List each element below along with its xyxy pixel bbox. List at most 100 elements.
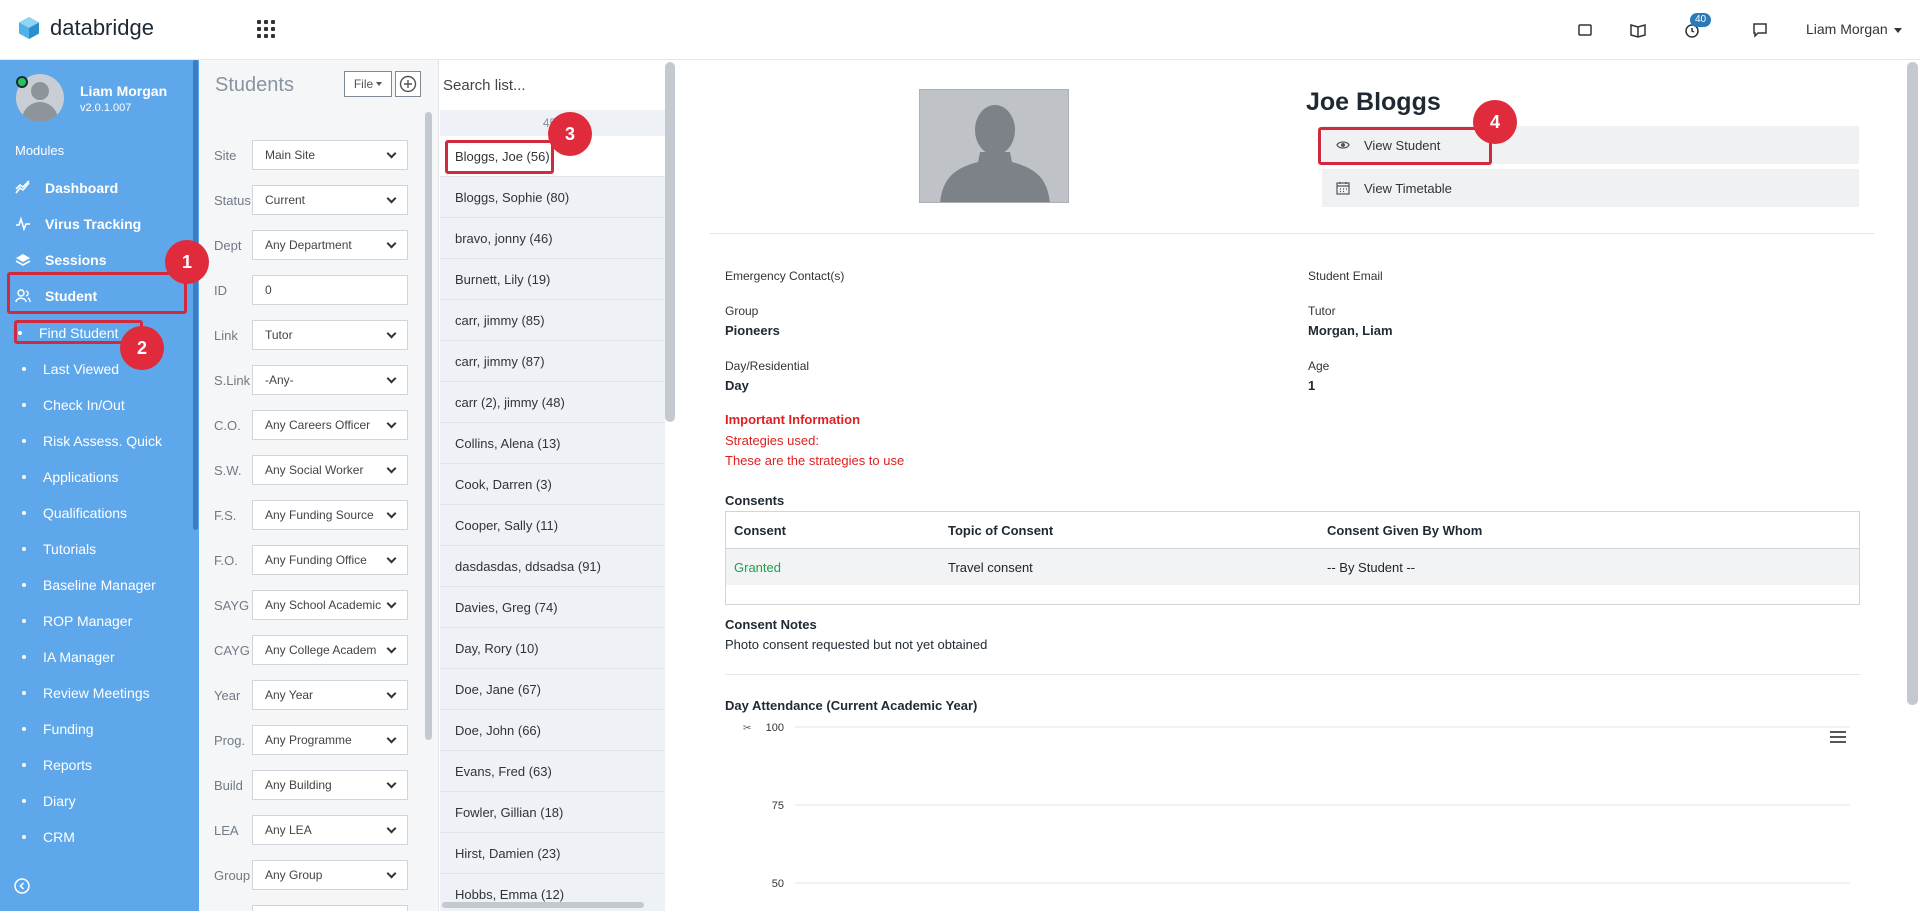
sidebar-item-virus-tracking[interactable]: Virus Tracking — [15, 216, 141, 232]
add-student-button[interactable] — [395, 71, 421, 97]
filter-label: F.S. — [214, 507, 237, 523]
search-list-input[interactable]: Search list... — [440, 60, 665, 110]
list-item[interactable]: bravo, jonny (46) — [440, 218, 665, 259]
sidebar-subitem-crm[interactable]: CRM — [22, 829, 75, 845]
sidebar-subitem-tutorials[interactable]: Tutorials — [22, 541, 96, 557]
sidebar-subitem-label: Qualifications — [43, 505, 128, 521]
filter-select[interactable]: Any Programme — [252, 725, 408, 755]
list-item[interactable]: carr, jimmy (87) — [440, 341, 665, 382]
filter-value: Any Building — [265, 778, 332, 792]
list-item[interactable]: carr, jimmy (85) — [440, 300, 665, 341]
list-vertical-scrollbar[interactable] — [665, 62, 675, 422]
chevron-down-icon — [386, 238, 397, 248]
list-item[interactable]: Cook, Darren (3) — [440, 464, 665, 505]
filter-value: Any Careers Officer — [265, 418, 371, 432]
filter-select[interactable]: Main Site — [252, 140, 408, 170]
collapse-sidebar-icon[interactable] — [14, 878, 30, 894]
list-item[interactable]: Bloggs, Sophie (80) — [440, 177, 665, 218]
sidebar-subitem-reports[interactable]: Reports — [22, 757, 92, 773]
filter-label: Site — [214, 147, 237, 163]
chevron-down-icon — [386, 328, 397, 338]
consent-topic: Travel consent — [948, 560, 1033, 575]
list-item[interactable]: Cooper, Sally (11) — [440, 505, 665, 546]
list-item[interactable]: Evans, Fred (63) — [440, 751, 665, 792]
filter-select[interactable]: Any Year — [252, 680, 408, 710]
y-tick-label: 50 — [772, 878, 784, 890]
filter-row: Prog. Any Programme — [214, 725, 409, 755]
list-item[interactable]: Burnett, Lily (19) — [440, 259, 665, 300]
filter-select[interactable]: Any Building — [252, 770, 408, 800]
user-menu[interactable]: Liam Morgan — [1806, 21, 1902, 37]
list-item[interactable]: Collins, Alena (13) — [440, 423, 665, 464]
list-item[interactable]: Hirst, Damien (23) — [440, 833, 665, 874]
filter-select[interactable]: Any College Academ — [252, 635, 408, 665]
sidebar-item-label: Dashboard — [45, 180, 119, 196]
sidebar-subitem-risk-assess-quick[interactable]: Risk Assess. Quick — [22, 433, 162, 449]
filter-select[interactable]: Current — [252, 185, 408, 215]
sidebar-subitem-applications[interactable]: Applications — [22, 469, 119, 485]
sidebar-subitem-label: ROP Manager — [43, 613, 133, 629]
annotation-badge: 3 — [548, 112, 592, 156]
sidebar-item-label: Sessions — [45, 252, 107, 268]
list-item[interactable]: dasdasdas, ddsadsa (91) — [440, 546, 665, 587]
list-item[interactable]: carr (2), jimmy (48) — [440, 382, 665, 423]
file-menu-button[interactable]: File — [344, 71, 392, 97]
sidebar-subitem-label: Applications — [43, 469, 119, 485]
y-tick-label: 100 — [766, 722, 784, 734]
view-timetable-button[interactable]: View Timetable — [1322, 169, 1859, 207]
sidebar-item-dashboard[interactable]: Dashboard — [15, 180, 118, 196]
pulse-icon — [16, 216, 30, 232]
list-item[interactable]: Doe, Jane (67) — [440, 669, 665, 710]
app-version: v2.0.1.007 — [80, 102, 132, 114]
sidebar-subitem-diary[interactable]: Diary — [22, 793, 76, 809]
sidebar-scrollbar[interactable] — [193, 60, 198, 530]
filter-value: Any Funding Source — [265, 508, 374, 522]
list-horizontal-scrollbar[interactable] — [442, 902, 644, 908]
tablet-icon[interactable] — [1575, 20, 1595, 40]
filter-select[interactable]: Any School Academic — [252, 590, 408, 620]
age-value: 1 — [1308, 378, 1316, 393]
filter-select[interactable]: Any Age — [252, 905, 408, 911]
sidebar-subitem-funding[interactable]: Funding — [22, 721, 94, 737]
list-item[interactable]: Day, Rory (10) — [440, 628, 665, 669]
filter-select[interactable]: Any Group — [252, 860, 408, 890]
filter-select[interactable]: -Any- — [252, 365, 408, 395]
sidebar-item-sessions[interactable]: Sessions — [15, 252, 106, 268]
chevron-down-icon — [386, 688, 397, 698]
file-button-label: File — [353, 77, 374, 91]
filter-select[interactable]: Any Careers Officer — [252, 410, 408, 440]
list-item[interactable]: Davies, Greg (74) — [440, 587, 665, 628]
filter-select[interactable]: Any Department — [252, 230, 408, 260]
filter-select[interactable]: Any Funding Source — [252, 500, 408, 530]
sidebar-subitem-qualifications[interactable]: Qualifications — [22, 505, 127, 521]
table-row[interactable]: Granted Travel consent -- By Student -- — [726, 549, 1859, 585]
filter-value: Any Group — [265, 868, 323, 882]
detail-scrollbar[interactable] — [1907, 62, 1918, 705]
sidebar-subitem-check-in-out[interactable]: Check In/Out — [22, 397, 125, 413]
filter-row: ID 0 — [214, 275, 409, 305]
sidebar-subitem-rop-manager[interactable]: ROP Manager — [22, 613, 132, 629]
filter-input[interactable]: 0 — [252, 275, 408, 305]
sidebar-subitem-review-meetings[interactable]: Review Meetings — [22, 685, 150, 701]
filter-select[interactable]: Any Social Worker — [252, 455, 408, 485]
apps-grid-icon[interactable] — [257, 20, 275, 38]
student-name: Joe Bloggs — [1306, 88, 1441, 116]
filter-label: Dept — [214, 237, 242, 253]
filter-value: Any College Academ — [265, 643, 377, 657]
filter-select[interactable]: Any Funding Office — [252, 545, 408, 575]
divider — [725, 674, 1860, 675]
sidebar-subitem-last-viewed[interactable]: Last Viewed — [22, 361, 119, 377]
filter-row: S.W. Any Social Worker — [214, 455, 409, 485]
sidebar-subitem-baseline-manager[interactable]: Baseline Manager — [22, 577, 156, 593]
list-item[interactable]: Doe, John (66) — [440, 710, 665, 751]
sidebar-subitem-ia-manager[interactable]: IA Manager — [22, 649, 115, 665]
book-icon[interactable] — [1628, 20, 1648, 40]
chart-menu-icon[interactable] — [1830, 731, 1846, 743]
app-logo[interactable]: databridge — [18, 15, 154, 41]
filter-select[interactable]: Tutor — [252, 320, 408, 350]
filter-select[interactable]: Any LEA — [252, 815, 408, 845]
filters-scrollbar[interactable] — [425, 112, 432, 740]
list-item[interactable]: Fowler, Gillian (18) — [440, 792, 665, 833]
filter-label: SAYG — [214, 597, 250, 613]
chat-icon[interactable] — [1750, 20, 1770, 40]
